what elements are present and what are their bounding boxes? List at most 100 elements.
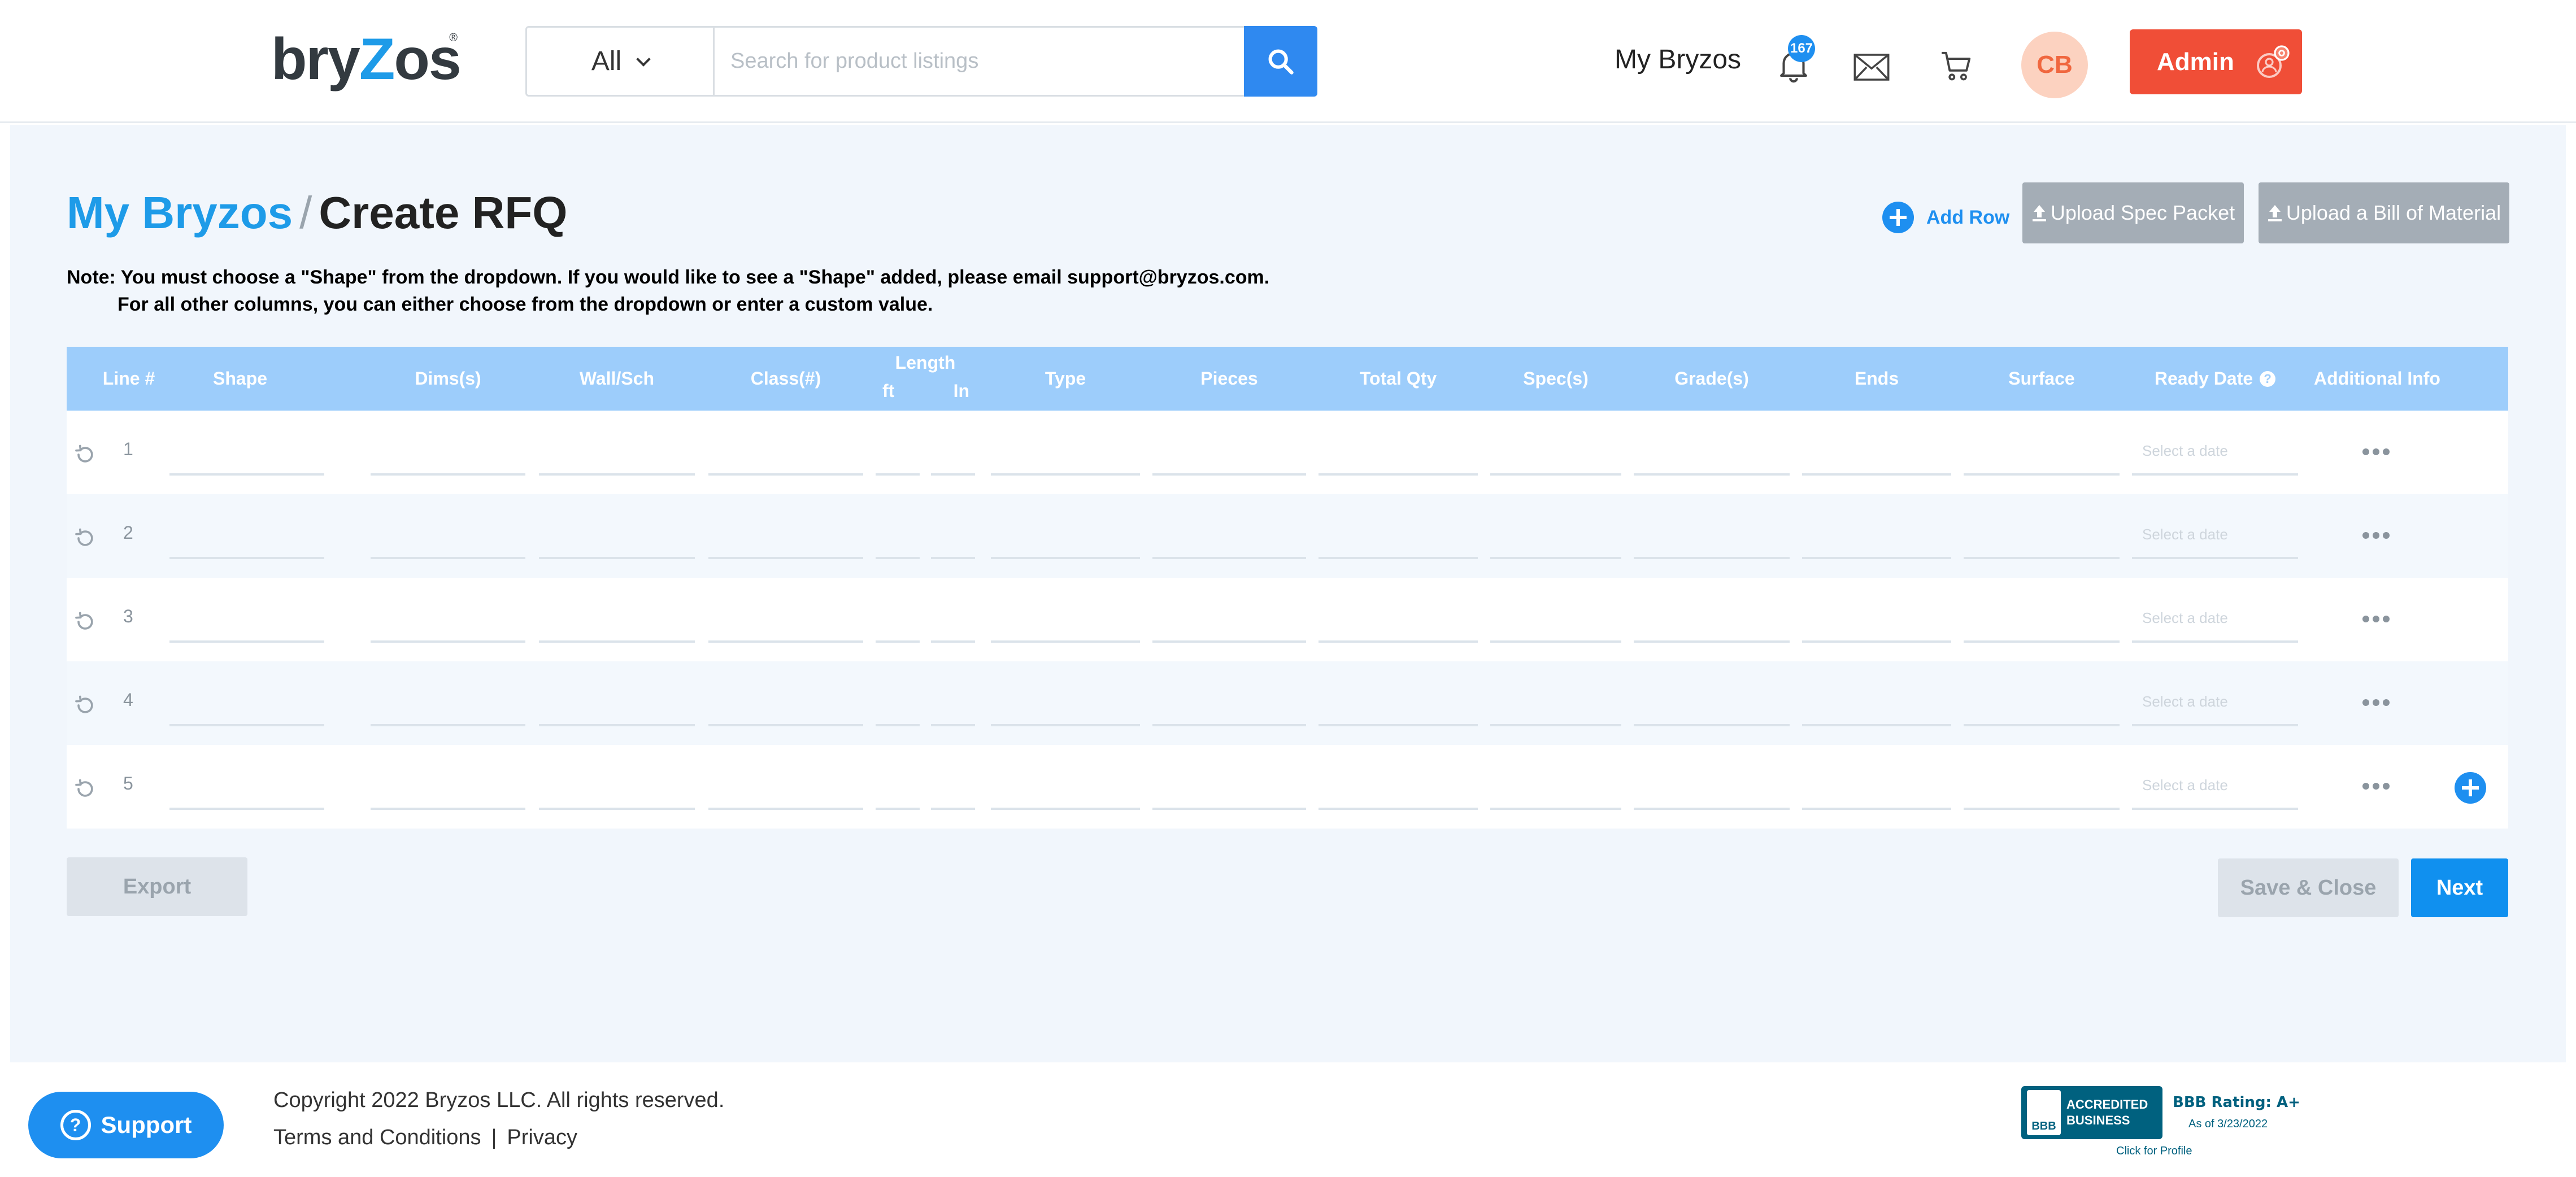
total-qty-input[interactable] <box>1319 724 1478 726</box>
surface-input[interactable] <box>1964 808 2120 810</box>
shape-input[interactable] <box>169 724 324 726</box>
undo-icon[interactable] <box>72 777 97 801</box>
privacy-link[interactable]: Privacy <box>507 1126 577 1150</box>
dims-input[interactable] <box>371 724 525 726</box>
ready-date-input[interactable] <box>2132 557 2298 559</box>
terms-link[interactable]: Terms and Conditions <box>273 1126 481 1150</box>
dims-input[interactable] <box>371 473 525 476</box>
ready-date-input[interactable] <box>2132 640 2298 643</box>
surface-input[interactable] <box>1964 640 2120 643</box>
length-in-input[interactable] <box>931 808 975 810</box>
grades-input[interactable] <box>1634 808 1790 810</box>
admin-button[interactable]: Admin <box>2130 29 2302 94</box>
type-input[interactable] <box>991 640 1140 643</box>
undo-icon[interactable] <box>72 609 97 634</box>
shape-input[interactable] <box>169 557 324 559</box>
specs-input[interactable] <box>1490 557 1621 559</box>
ends-input[interactable] <box>1802 640 1951 643</box>
more-options-icon[interactable] <box>2362 527 2391 544</box>
shape-input[interactable] <box>169 808 324 810</box>
length-ft-input[interactable] <box>876 473 920 476</box>
length-ft-input[interactable] <box>876 808 920 810</box>
bbb-badge[interactable]: BBB ACCREDITED BUSINESS BBB Rating: A+ A… <box>2021 1086 2304 1159</box>
undo-icon[interactable] <box>72 442 97 467</box>
breadcrumb-my-bryzos[interactable]: My Bryzos <box>67 188 293 238</box>
total-qty-input[interactable] <box>1319 557 1478 559</box>
total-qty-input[interactable] <box>1319 640 1478 643</box>
category-select[interactable]: All <box>527 28 715 95</box>
ready-date-input[interactable] <box>2132 473 2298 476</box>
length-in-input[interactable] <box>931 473 975 476</box>
grades-input[interactable] <box>1634 473 1790 476</box>
dims-input[interactable] <box>371 808 525 810</box>
more-options-icon[interactable] <box>2362 611 2391 627</box>
grades-input[interactable] <box>1634 724 1790 726</box>
cart-icon[interactable] <box>1939 49 1974 84</box>
length-in-input[interactable] <box>931 557 975 559</box>
mail-icon[interactable] <box>1853 52 1890 82</box>
wall-input[interactable] <box>539 557 695 559</box>
class-input[interactable] <box>708 808 863 810</box>
surface-input[interactable] <box>1964 473 2120 476</box>
undo-icon[interactable] <box>72 693 97 718</box>
undo-icon[interactable] <box>72 526 97 551</box>
next-button[interactable]: Next <box>2411 858 2508 917</box>
wall-input[interactable] <box>539 724 695 726</box>
ready-date-input[interactable] <box>2132 808 2298 810</box>
class-input[interactable] <box>708 473 863 476</box>
upload-spec-packet-button[interactable]: Upload Spec Packet <box>2022 182 2244 243</box>
surface-input[interactable] <box>1964 724 2120 726</box>
bryzos-logo[interactable]: bryZos ® <box>271 28 462 90</box>
ends-input[interactable] <box>1802 724 1951 726</box>
ends-input[interactable] <box>1802 808 1951 810</box>
search-button[interactable] <box>1244 26 1317 97</box>
class-input[interactable] <box>708 724 863 726</box>
length-in-input[interactable] <box>931 640 975 643</box>
grades-input[interactable] <box>1634 640 1790 643</box>
ends-input[interactable] <box>1802 557 1951 559</box>
dims-input[interactable] <box>371 640 525 643</box>
length-in-input[interactable] <box>931 724 975 726</box>
type-input[interactable] <box>991 557 1140 559</box>
surface-input[interactable] <box>1964 557 2120 559</box>
pieces-input[interactable] <box>1152 557 1306 559</box>
length-ft-input[interactable] <box>876 557 920 559</box>
pieces-input[interactable] <box>1152 808 1306 810</box>
search-input[interactable] <box>715 28 1246 95</box>
support-button[interactable]: ? Support <box>28 1092 224 1158</box>
help-icon[interactable]: ? <box>2260 370 2276 387</box>
type-input[interactable] <box>991 724 1140 726</box>
more-options-icon[interactable] <box>2362 778 2391 795</box>
class-input[interactable] <box>708 640 863 643</box>
add-row-button[interactable]: Add Row <box>1882 202 2009 233</box>
wall-input[interactable] <box>539 808 695 810</box>
ready-date-input[interactable] <box>2132 724 2298 726</box>
upload-bom-button[interactable]: Upload a Bill of Material <box>2259 182 2509 243</box>
specs-input[interactable] <box>1490 808 1621 810</box>
add-row-plus-icon[interactable] <box>2455 772 2486 804</box>
wall-input[interactable] <box>539 473 695 476</box>
more-options-icon[interactable] <box>2362 443 2391 460</box>
length-ft-input[interactable] <box>876 640 920 643</box>
dims-input[interactable] <box>371 557 525 559</box>
type-input[interactable] <box>991 473 1140 476</box>
specs-input[interactable] <box>1490 640 1621 643</box>
total-qty-input[interactable] <box>1319 473 1478 476</box>
length-ft-input[interactable] <box>876 724 920 726</box>
wall-input[interactable] <box>539 640 695 643</box>
type-input[interactable] <box>991 808 1140 810</box>
pieces-input[interactable] <box>1152 640 1306 643</box>
pieces-input[interactable] <box>1152 473 1306 476</box>
user-avatar[interactable]: CB <box>2021 32 2088 98</box>
my-bryzos-link[interactable]: My Bryzos <box>1615 44 1741 75</box>
pieces-input[interactable] <box>1152 724 1306 726</box>
specs-input[interactable] <box>1490 473 1621 476</box>
total-qty-input[interactable] <box>1319 808 1478 810</box>
specs-input[interactable] <box>1490 724 1621 726</box>
class-input[interactable] <box>708 557 863 559</box>
ends-input[interactable] <box>1802 473 1951 476</box>
save-close-button[interactable]: Save & Close <box>2218 858 2399 917</box>
more-options-icon[interactable] <box>2362 694 2391 711</box>
shape-input[interactable] <box>169 473 324 476</box>
grades-input[interactable] <box>1634 557 1790 559</box>
